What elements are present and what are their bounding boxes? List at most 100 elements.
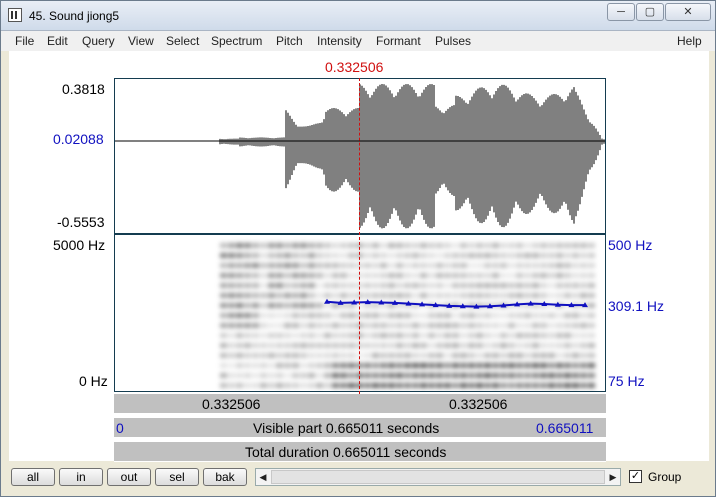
spectrogram-cell (228, 363, 235, 368)
spectrogram-cell (348, 243, 355, 248)
spectrogram-cell (404, 353, 411, 358)
spectrogram-cell (428, 373, 435, 378)
spectrogram-cell (508, 383, 515, 388)
total-duration-text: Total duration 0.665011 seconds (245, 444, 447, 460)
spectrogram-cell (404, 323, 411, 328)
spectrogram-cell (388, 353, 395, 358)
spectrogram-cell (500, 323, 507, 328)
spectrogram-cell (428, 343, 435, 348)
spectrogram-cell (492, 243, 499, 248)
spectrogram-cell (548, 343, 555, 348)
spectrogram-cell (268, 313, 275, 318)
minimize-button[interactable]: ─ (607, 3, 635, 21)
menu-intensity[interactable]: Intensity (317, 34, 362, 48)
spectrogram-cell (404, 383, 411, 388)
spectrogram-cell (532, 253, 539, 258)
spectrogram-panel[interactable] (114, 234, 606, 392)
menu-help[interactable]: Help (677, 34, 702, 48)
pitch-max-label: 500 Hz (608, 237, 653, 253)
spectrogram-cell (308, 343, 315, 348)
menu-view[interactable]: View (128, 34, 154, 48)
spectrogram-cell (332, 253, 339, 258)
spectrogram-cell (236, 253, 243, 258)
spectrogram-cell (588, 253, 595, 258)
spectrogram-cell (556, 373, 563, 378)
maximize-button[interactable]: ▢ (636, 3, 664, 21)
zoom-in-button[interactable]: in (59, 468, 103, 486)
spectrogram-cell (564, 333, 571, 338)
waveform-panel[interactable] (114, 78, 606, 234)
spectrogram-cell (340, 363, 347, 368)
spectrogram-cell (260, 343, 267, 348)
spectrogram-cell (428, 293, 435, 298)
spectrogram-cell (444, 373, 451, 378)
zoom-back-button[interactable]: bak (203, 468, 247, 486)
spectrogram-cell (396, 253, 403, 258)
spectrogram-cell (500, 273, 507, 278)
spectrogram-cell (548, 323, 555, 328)
spectrogram-cell (340, 323, 347, 328)
spectrogram-cell (324, 313, 331, 318)
spectrogram-cell (364, 353, 371, 358)
close-button[interactable]: ✕ (665, 3, 711, 21)
horizontal-scrollbar[interactable]: ◀ ▶ (255, 468, 621, 486)
scroll-thumb[interactable] (271, 470, 605, 484)
menu-pitch[interactable]: Pitch (276, 34, 303, 48)
spectrogram-cell (340, 343, 347, 348)
group-checkbox[interactable]: ✓ (629, 470, 642, 483)
spectrogram-cell (548, 333, 555, 338)
spectrogram-cell (404, 313, 411, 318)
spectrogram-cell (404, 253, 411, 258)
spectrogram-cell (516, 383, 523, 388)
spectrogram-cell (252, 323, 259, 328)
visible-part-bar[interactable]: 0 Visible part 0.665011 seconds 0.665011 (114, 418, 606, 438)
spectrogram-cell (300, 263, 307, 268)
spectrogram-cell (436, 373, 443, 378)
menu-select[interactable]: Select (166, 34, 199, 48)
spectrogram-cell (276, 323, 283, 328)
spectrogram-cell (516, 363, 523, 368)
spectrogram-cell (292, 283, 299, 288)
zoom-out-button[interactable]: out (107, 468, 151, 486)
spectrogram-cell (460, 293, 467, 298)
zoom-selection-button[interactable]: sel (155, 468, 199, 486)
spectrogram-cell (276, 283, 283, 288)
spectrogram-cell (452, 373, 459, 378)
spectrogram-cell (580, 353, 587, 358)
spectrogram-cell (428, 313, 435, 318)
selection-time-bar[interactable]: 0.332506 0.332506 (114, 394, 606, 414)
scroll-left-icon[interactable]: ◀ (256, 469, 270, 485)
menu-spectrum[interactable]: Spectrum (211, 34, 262, 48)
spectrogram-cell (252, 383, 259, 388)
total-duration-bar[interactable]: Total duration 0.665011 seconds (114, 442, 606, 462)
spectrogram-cell (308, 303, 315, 308)
spectrogram-cell (268, 273, 275, 278)
spectrogram-cell (460, 263, 467, 268)
spectrogram-cell (380, 253, 387, 258)
spectrogram-cell (548, 363, 555, 368)
menu-formant[interactable]: Formant (376, 34, 421, 48)
spectrogram-cell (420, 383, 427, 388)
spectrogram-cell (300, 313, 307, 318)
spectrogram-cell (548, 263, 555, 268)
spectrogram-cell (580, 243, 587, 248)
spectrogram-cell (460, 363, 467, 368)
menu-edit[interactable]: Edit (47, 34, 68, 48)
spectrogram-cell (556, 323, 563, 328)
spectrogram-cell (404, 343, 411, 348)
spectrogram-cell (332, 273, 339, 278)
spectrogram-cell (220, 373, 227, 378)
spectrogram-cell (364, 263, 371, 268)
spectrogram-cell (372, 333, 379, 338)
menu-query[interactable]: Query (82, 34, 115, 48)
zoom-all-button[interactable]: all (11, 468, 55, 486)
menu-file[interactable]: File (15, 34, 34, 48)
menu-pulses[interactable]: Pulses (435, 34, 471, 48)
spectrogram-cell (340, 283, 347, 288)
spectrogram-cell (388, 323, 395, 328)
spectrogram-cell (572, 263, 579, 268)
spectrogram-cell (412, 363, 419, 368)
spectrogram-cell (404, 293, 411, 298)
scroll-right-icon[interactable]: ▶ (606, 469, 620, 485)
spectrogram-cell (380, 343, 387, 348)
